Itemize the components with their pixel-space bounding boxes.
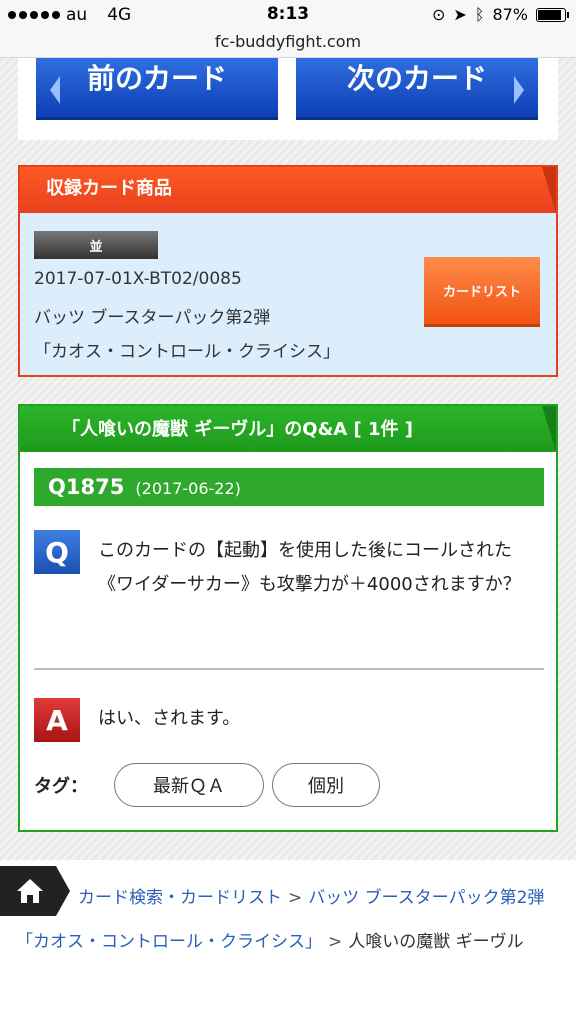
qa-section-title: 「人喰いの魔獣 ギーヴル」のQ&A [ 1件 ] (20, 406, 556, 452)
prev-card-label: 前のカード (86, 61, 227, 95)
qa-item-header: Q1875 (2017-06-22) (34, 468, 544, 506)
card-navigation: 前のカード 次のカード (18, 58, 558, 140)
url-bar[interactable]: fc-buddyfight.com (0, 30, 576, 58)
answer-badge: A (34, 698, 80, 742)
status-right: ⊙ ➤ ᛒ 87% (432, 5, 569, 24)
breadcrumb: カード検索・カードリスト > バッツ ブースターパック第2弾「カオス・コントロール・… (0, 860, 576, 1024)
qa-date: (2017-06-22) (135, 479, 241, 498)
chevron-left-icon (50, 76, 60, 104)
pack-name-line1: バッツ ブースターパック第2弾 (34, 308, 271, 328)
breadcrumb-separator: > (328, 932, 343, 952)
qa-divider (34, 668, 544, 670)
battery-percent: 87% (492, 5, 528, 24)
battery-icon (536, 7, 569, 22)
tags-label: タグ： (34, 776, 88, 797)
product-section: 収録カード商品 並 2017-07-01X-BT02/0085 バッツ ブースタ… (18, 165, 558, 377)
pack-name-line2: 「カオス・コントロール・クライシス」 (34, 342, 340, 362)
breadcrumb-trail: カード検索・カードリスト > バッツ ブースターパック第2弾「カオス・コントロール・… (16, 876, 566, 964)
card-list-button[interactable]: カードリスト (424, 257, 540, 327)
location-icon: ➤ (453, 5, 467, 24)
bluetooth-icon: ᛒ (474, 5, 485, 24)
question-badge: Q (34, 530, 80, 574)
answer-text: はい、されます。 (98, 708, 241, 729)
battery-level (538, 9, 561, 20)
product-section-title: 収録カード商品 (20, 167, 556, 213)
qa-id: Q1875 (48, 475, 125, 499)
status-bar: au 4G 8:13 ⊙ ➤ ᛒ 87% (0, 0, 576, 30)
breadcrumb-current: 人喰いの魔獣 ギーヴル (348, 932, 524, 952)
chevron-right-icon (514, 76, 524, 104)
qa-section: 「人喰いの魔獣 ギーヴル」のQ&A [ 1件 ] Q1875 (2017-06-… (18, 404, 558, 832)
breadcrumb-separator: > (288, 888, 303, 908)
prev-card-button[interactable]: 前のカード (36, 58, 278, 120)
tag-latest-qa[interactable]: 最新ＱＡ (114, 763, 264, 807)
next-card-button[interactable]: 次のカード (296, 58, 538, 120)
question-text: このカードの【起動】を使用した後にコールされた《ワイダーサカー》も攻撃力が＋40… (98, 540, 521, 595)
breadcrumb-link-card-search[interactable]: カード検索・カードリスト (78, 888, 282, 908)
rarity-badge: 並 (34, 231, 158, 259)
orientation-lock-icon: ⊙ (432, 5, 446, 24)
tag-individual[interactable]: 個別 (272, 763, 380, 807)
next-card-label: 次のカード (346, 61, 487, 95)
card-id: 2017-07-01X-BT02/0085 (34, 269, 242, 289)
